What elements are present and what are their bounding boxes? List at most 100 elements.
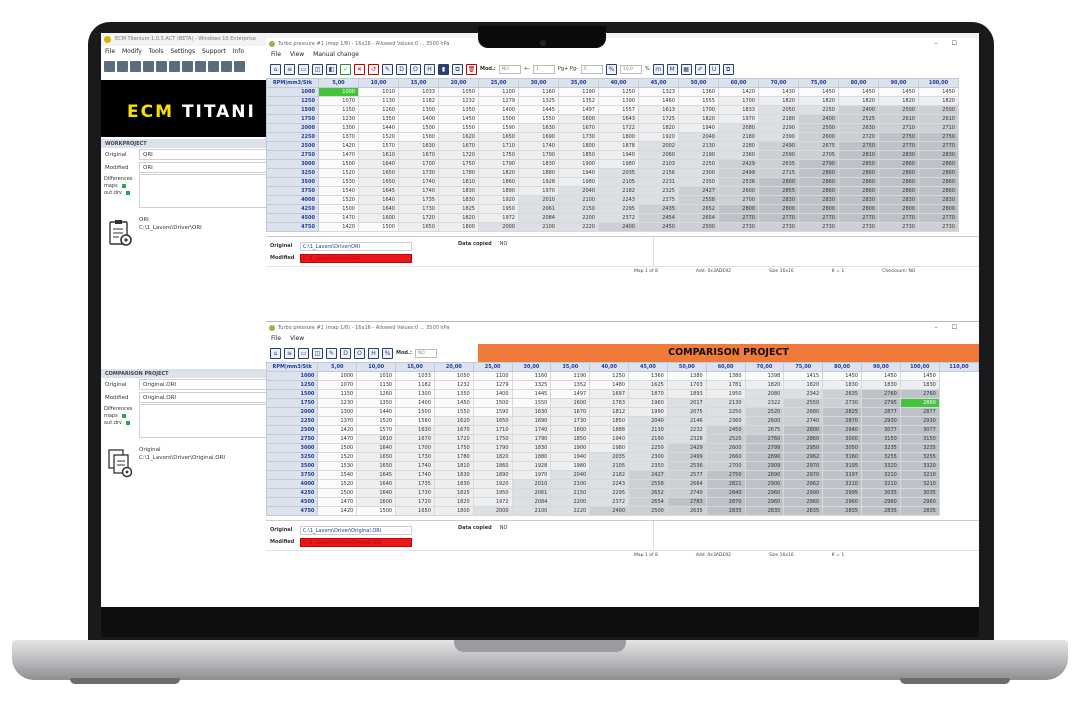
row-header[interactable]: 3750: [266, 186, 319, 196]
map-cell[interactable]: 1730: [395, 488, 435, 498]
map-cell[interactable]: 2040: [678, 132, 719, 142]
map-cell[interactable]: 1550: [511, 398, 552, 408]
map-cell[interactable]: 1500: [317, 488, 358, 498]
map-cell[interactable]: 1610: [358, 150, 399, 160]
map-cell[interactable]: 1750: [472, 434, 513, 444]
map-cell[interactable]: 2325: [638, 186, 679, 196]
map-cell[interactable]: 1520: [317, 452, 358, 462]
map-cell[interactable]: 3255: [861, 452, 901, 462]
column-header[interactable]: 50,00: [678, 78, 719, 88]
map-cell[interactable]: 1650: [472, 416, 513, 426]
map-cell[interactable]: 2375: [638, 195, 679, 205]
map-cell[interactable]: 1650: [398, 222, 439, 232]
map-cell[interactable]: 2250: [678, 159, 719, 169]
diff-item-maps[interactable]: maps: [104, 183, 118, 189]
map-cell[interactable]: 1870: [628, 389, 668, 399]
map-cell[interactable]: 1182: [395, 380, 435, 390]
row-header[interactable]: 4500: [265, 497, 319, 507]
map-cell[interactable]: 2860: [878, 177, 919, 187]
map-cell[interactable]: 1550: [438, 123, 479, 133]
map-cell[interactable]: 2790: [798, 159, 839, 169]
map-cell[interactable]: 2740: [666, 488, 707, 498]
map-cell[interactable]: 1000: [318, 87, 359, 97]
map-cell[interactable]: 1420: [718, 87, 759, 97]
map-cell[interactable]: 1880: [511, 452, 552, 462]
map-cell[interactable]: 1440: [356, 407, 397, 417]
map-cell[interactable]: 2150: [558, 204, 599, 214]
map-cell[interactable]: 1350: [356, 398, 397, 408]
menu-file[interactable]: File: [271, 51, 281, 58]
map-cell[interactable]: 2962: [783, 452, 824, 462]
map-cell[interactable]: 2860: [798, 186, 839, 196]
column-header[interactable]: 5,00: [317, 362, 358, 372]
map-cell[interactable]: 2577: [666, 470, 707, 480]
column-header[interactable]: 60,00: [718, 78, 759, 88]
map-cell[interactable]: 1820: [758, 96, 799, 106]
map-cell[interactable]: 2800: [758, 204, 799, 214]
map-cell[interactable]: 2400: [598, 222, 639, 232]
map-cell[interactable]: 1420: [318, 222, 359, 232]
map-cell[interactable]: 1940: [598, 150, 639, 160]
column-header[interactable]: 100,00: [918, 78, 959, 88]
map-cell[interactable]: 2250: [798, 105, 839, 115]
map-cell[interactable]: 2080: [744, 389, 785, 399]
map-cell[interactable]: 2300: [628, 452, 668, 462]
map-cell[interactable]: 2730: [822, 398, 862, 408]
map-cell[interactable]: 1100: [472, 371, 513, 381]
map-cell[interactable]: 1750: [438, 159, 479, 169]
map-cell[interactable]: 1780: [438, 168, 479, 178]
chip-icon[interactable]: [143, 61, 154, 72]
map-cell[interactable]: 2558: [628, 479, 668, 489]
map-cell[interactable]: 2500: [878, 105, 919, 115]
map-cell[interactable]: 3195: [822, 461, 862, 471]
map-cell[interactable]: 2190: [628, 434, 668, 444]
map-cell[interactable]: 2730: [918, 222, 959, 232]
map-cell[interactable]: 1790: [511, 434, 552, 444]
map-cell[interactable]: 2250: [705, 407, 746, 417]
column-header[interactable]: 20,00: [433, 362, 474, 372]
map-cell[interactable]: 2130: [678, 141, 719, 151]
map-cell[interactable]: 1972: [478, 213, 519, 223]
map-cell[interactable]: 2243: [598, 195, 639, 205]
map-cell[interactable]: 1325: [511, 380, 552, 390]
map-cell[interactable]: 1720: [398, 213, 439, 223]
map-cell[interactable]: 1232: [433, 380, 474, 390]
map-cell[interactable]: 2995: [822, 488, 862, 498]
map-cell[interactable]: 2770: [878, 141, 919, 151]
map-cell[interactable]: 1250: [589, 371, 630, 381]
map-cell[interactable]: 1445: [518, 105, 559, 115]
map-cell[interactable]: 1500: [318, 204, 359, 214]
map-cell[interactable]: 1893: [666, 389, 707, 399]
map-icon[interactable]: [182, 61, 193, 72]
map-cell[interactable]: 1415: [783, 371, 824, 381]
map-cell[interactable]: 2610: [878, 114, 919, 124]
map-cell[interactable]: 2220: [550, 506, 591, 516]
window-controls[interactable]: –☐: [935, 40, 971, 47]
column-header[interactable]: 30,00: [518, 78, 559, 88]
map-cell[interactable]: 1450: [433, 398, 474, 408]
map-cell[interactable]: 1130: [356, 380, 397, 390]
map-cell[interactable]: 1390: [598, 96, 639, 106]
hex-icon[interactable]: H: [424, 63, 435, 75]
map-cell[interactable]: 1470: [317, 434, 358, 444]
map-cell[interactable]: 2429: [718, 159, 759, 169]
map-cell[interactable]: 3255: [899, 452, 940, 462]
map-cell[interactable]: 1000: [317, 371, 358, 381]
text-outline-icon[interactable]: O: [410, 63, 421, 75]
map-cell[interactable]: 1990: [628, 407, 668, 417]
map-cell[interactable]: 1420: [317, 425, 358, 435]
map-cell[interactable]: 1700: [678, 105, 719, 115]
map-cell[interactable]: 1940: [558, 168, 599, 178]
map-cell[interactable]: 1033: [395, 371, 435, 381]
map-cell[interactable]: 1010: [358, 87, 399, 97]
map-cell[interactable]: 2877: [899, 407, 940, 417]
map-cell[interactable]: 1450: [861, 371, 901, 381]
map-cell[interactable]: 1050: [433, 371, 474, 381]
map-cell[interactable]: 1820: [472, 452, 513, 462]
map-cell[interactable]: 1697: [589, 389, 630, 399]
map-cell[interactable]: 2536: [718, 177, 759, 187]
map-cell[interactable]: 1650: [356, 452, 397, 462]
map-cell[interactable]: 2035: [598, 168, 639, 178]
map-cell[interactable]: 1279: [472, 380, 513, 390]
map-cell[interactable]: 1820: [918, 96, 959, 106]
